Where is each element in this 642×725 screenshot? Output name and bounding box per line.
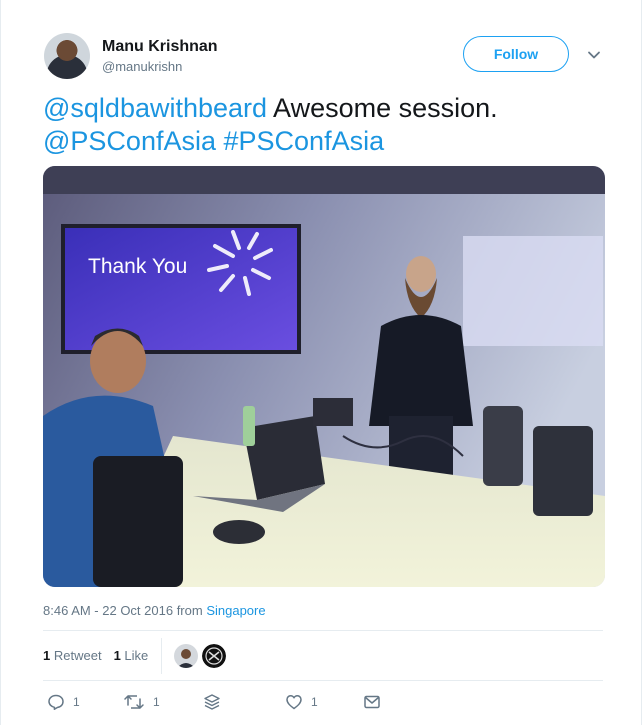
reply-button[interactable]: 1	[47, 690, 80, 714]
like-stat-count: 1	[113, 648, 121, 663]
divider-bottom	[43, 680, 603, 681]
reply-count: 1	[73, 695, 80, 709]
avatar[interactable]	[44, 33, 90, 79]
retweet-icon	[124, 695, 144, 709]
like-stat-label: Like	[124, 648, 149, 663]
retweet-stat-label: Retweet	[53, 648, 102, 663]
user-handle[interactable]: @manukrishn	[102, 59, 182, 74]
message-button[interactable]	[363, 690, 381, 714]
retweet-stat[interactable]: 1 Retweet	[43, 648, 102, 663]
tweet-stats: 1 Retweet 1 Like	[43, 648, 148, 663]
tweet-text: @sqldbawithbeard Awesome session. @PSCon…	[43, 92, 613, 158]
tweet-body: Awesome session.	[267, 93, 498, 123]
mention-link[interactable]: @sqldbawithbeard	[43, 93, 267, 123]
timestamp[interactable]: 8:46 AM - 22 Oct 2016 from	[43, 603, 203, 618]
like-button[interactable]: 1	[285, 690, 318, 714]
display-name[interactable]: Manu Krishnan	[102, 38, 218, 56]
hashtag-link[interactable]: #PSConfAsia	[224, 126, 385, 156]
stack-icon	[204, 694, 220, 710]
retweet-button[interactable]: 1	[123, 690, 160, 714]
divider-top	[43, 630, 603, 631]
like-count: 1	[311, 695, 318, 709]
liker-avatar[interactable]	[174, 644, 198, 668]
message-icon	[364, 695, 380, 709]
heart-icon	[286, 695, 302, 710]
like-stat[interactable]: 1 Like	[114, 648, 149, 663]
retweeter-avatar[interactable]	[202, 644, 226, 668]
reply-icon	[48, 694, 64, 710]
tweet-card: Manu Krishnan @manukrishn Follow @sqldba…	[0, 0, 642, 725]
place-link[interactable]: Singapore	[206, 603, 265, 618]
chevron-down-icon[interactable]	[586, 47, 602, 63]
retweet-stat-count: 1	[43, 648, 51, 663]
mention-link-2[interactable]: @PSConfAsia	[43, 126, 216, 156]
stack-button[interactable]	[203, 690, 221, 714]
tweet-photo[interactable]: Thank You	[43, 166, 605, 587]
stats-separator	[161, 638, 162, 674]
screen-text: Thank You	[88, 255, 187, 278]
tweet-meta: 8:46 AM - 22 Oct 2016 from Singapore	[43, 603, 266, 618]
follow-button[interactable]: Follow	[463, 36, 569, 72]
retweet-count: 1	[153, 695, 160, 709]
action-bar: 1 1 1	[43, 690, 603, 714]
